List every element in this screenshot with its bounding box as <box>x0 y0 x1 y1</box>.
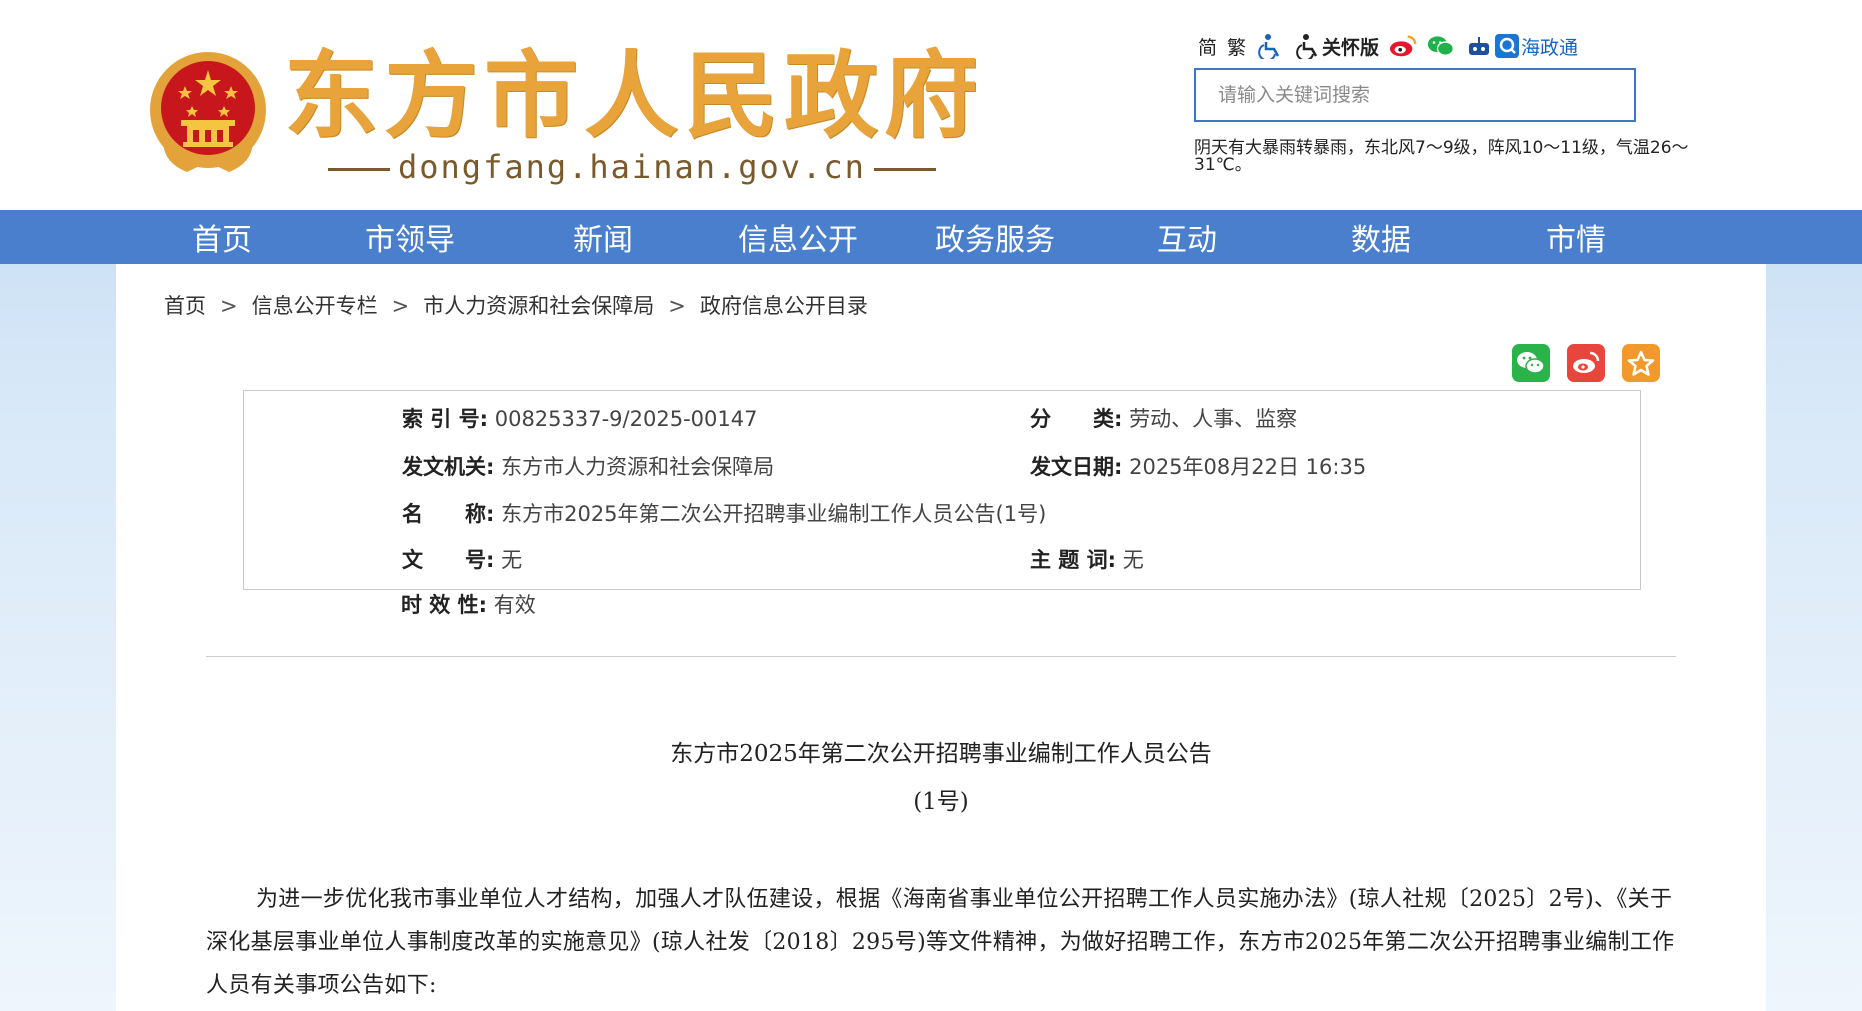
meta-index-value: 00825337-9/2025-00147 <box>494 407 758 431</box>
site-header: 东方市人民政府 dongfang.hainan.gov.cn 简 繁 关怀版 海… <box>0 0 1862 210</box>
main-content: 首页 > 信息公开专栏 > 市人力资源和社会保障局 > 政府信息公开目录 索 引 号: 00… <box>116 264 1766 1011</box>
weibo-share-icon[interactable] <box>1567 344 1605 382</box>
site-title: 东方市人民政府 <box>284 42 985 151</box>
meta-name: 名 称: 东方市2025年第二次公开招聘事业编制工作人员公告(1号) <box>402 498 1046 528</box>
favorite-star-icon[interactable] <box>1622 344 1660 382</box>
hai-zheng-tong-link[interactable]: 海政通 <box>1465 32 1578 60</box>
nav-data[interactable]: 数据 <box>1341 210 1421 264</box>
meta-issuer-label: 发文机关: <box>402 455 495 479</box>
breadcrumb-home[interactable]: 首页 <box>164 294 206 318</box>
meta-keywords: 主 题 词: 无 <box>1030 544 1144 574</box>
meta-validity-label: 时 效 性: <box>401 593 488 617</box>
meta-date-value: 2025年08月22日 16:35 <box>1129 455 1367 479</box>
search-input[interactable] <box>1196 70 1634 120</box>
meta-index: 索 引 号: 00825337-9/2025-00147 <box>402 403 757 433</box>
nav-city-profile[interactable]: 市情 <box>1536 210 1616 264</box>
meta-keywords-value: 无 <box>1122 548 1144 572</box>
wechat-icon[interactable] <box>1427 32 1455 60</box>
meta-issuer: 发文机关: 东方市人力资源和社会保障局 <box>402 451 774 481</box>
hai-zheng-tong-logo-icon <box>1493 32 1521 60</box>
breadcrumb-info-catalog[interactable]: 政府信息公开目录 <box>700 294 868 318</box>
meta-index-label: 索 引 号: <box>402 407 489 431</box>
article-title: 东方市2025年第二次公开招聘事业编制工作人员公告 <box>670 741 1212 767</box>
article-subtitle: (1号) <box>913 789 969 815</box>
care-mode-link[interactable]: 关怀版 <box>1294 32 1379 60</box>
breadcrumb-hr-bureau[interactable]: 市人力资源和社会保障局 <box>423 294 654 318</box>
content-divider <box>206 656 1676 657</box>
nav-city-leaders[interactable]: 市领导 <box>360 210 460 264</box>
meta-date-label: 发文日期: <box>1030 455 1123 479</box>
care-mode-label: 关怀版 <box>1322 36 1380 59</box>
meta-issuer-value: 东方市人力资源和社会保障局 <box>501 455 775 479</box>
article-body: 为进一步优化我市事业单位人才结构，加强人才队伍建设，根据《海南省事业单位公开招聘… <box>206 887 1675 998</box>
hai-zheng-tong-label: 海政通 <box>1521 36 1579 59</box>
top-toolbar: 简 繁 关怀版 海政通 <box>1198 30 1578 62</box>
breadcrumb-separator: > <box>668 294 686 318</box>
nav-interaction[interactable]: 互动 <box>1147 210 1227 264</box>
simplified-chinese-link[interactable]: 简 <box>1198 33 1217 60</box>
meta-docno-value: 无 <box>501 548 523 572</box>
meta-date: 发文日期: 2025年08月22日 16:35 <box>1030 451 1366 481</box>
nav-news[interactable]: 新闻 <box>563 210 643 264</box>
meta-category-value: 劳动、人事、监察 <box>1129 407 1298 431</box>
site-domain-text: dongfang.hainan.gov.cn <box>398 148 866 186</box>
document-metadata-box: 索 引 号: 00825337-9/2025-00147 分 类: 劳动、人事、… <box>243 390 1641 590</box>
domain-dash-right <box>873 167 936 171</box>
main-nav: 首页 市领导 新闻 信息公开 政务服务 互动 数据 市情 <box>0 210 1862 264</box>
nav-government-services[interactable]: 政务服务 <box>930 210 1060 264</box>
nav-home[interactable]: 首页 <box>178 210 266 264</box>
weather-info: 阴天有大暴雨转暴雨，东北风7～9级，阵风10～11级，气温26～31℃。 <box>1194 138 1689 175</box>
meta-keywords-label: 主 题 词: <box>1030 548 1117 572</box>
site-domain: dongfang.hainan.gov.cn <box>320 148 944 186</box>
breadcrumb-separator: > <box>391 294 410 318</box>
meta-docno-label: 文 号: <box>402 548 495 572</box>
breadcrumb-info-column[interactable]: 信息公开专栏 <box>252 294 378 318</box>
nav-info-disclosure[interactable]: 信息公开 <box>733 210 863 264</box>
weibo-icon[interactable] <box>1389 32 1417 60</box>
domain-dash-left <box>328 167 390 171</box>
wechat-share-icon[interactable] <box>1512 344 1550 382</box>
meta-category: 分 类: 劳动、人事、监察 <box>1030 403 1297 433</box>
meta-name-label: 名 称: <box>402 502 495 526</box>
meta-category-label: 分 类: <box>1030 407 1123 431</box>
meta-docno: 文 号: 无 <box>402 544 522 574</box>
breadcrumb: 首页 > 信息公开专栏 > 市人力资源和社会保障局 > 政府信息公开目录 <box>164 290 868 320</box>
accessibility-icon[interactable] <box>1256 32 1284 60</box>
robot-icon <box>1465 32 1493 60</box>
breadcrumb-separator: > <box>220 294 238 318</box>
national-emblem-logo <box>147 50 269 180</box>
meta-validity: 时 效 性: 有效 <box>401 589 536 619</box>
wheelchair-icon <box>1294 32 1322 60</box>
traditional-chinese-link[interactable]: 繁 <box>1227 33 1246 60</box>
meta-name-value: 东方市2025年第二次公开招聘事业编制工作人员公告(1号) <box>501 502 1047 526</box>
search-box <box>1194 68 1636 122</box>
meta-validity-value: 有效 <box>493 593 536 617</box>
